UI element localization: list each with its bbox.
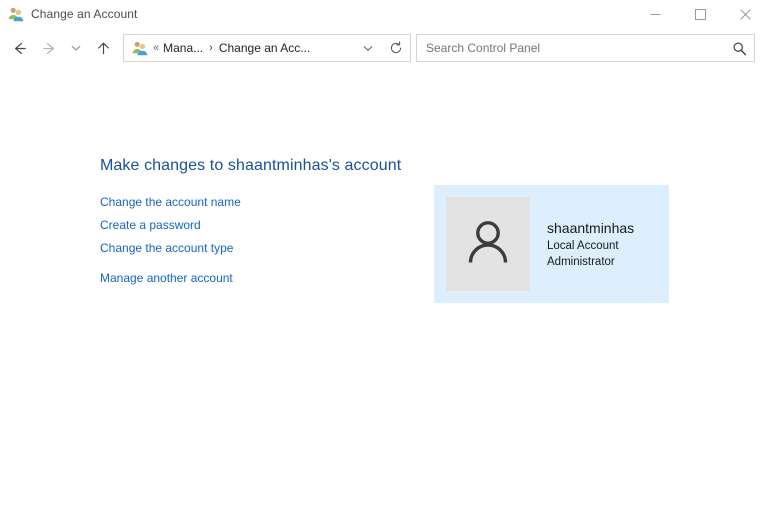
user-avatar-icon [460, 214, 516, 275]
breadcrumb-overflow[interactable]: « [153, 42, 159, 54]
account-name: shaantminhas [547, 219, 635, 236]
address-bar[interactable]: « Mana... › Change an Acc... [123, 34, 411, 62]
account-role: Administrator [547, 255, 615, 268]
account-type: Local Account [547, 239, 619, 252]
page-title: Make changes to shaantminhas's account [100, 157, 402, 174]
maximize-button[interactable] [678, 0, 723, 28]
breadcrumb-separator[interactable]: › [209, 42, 213, 54]
task-link-list: Change the account name Create a passwor… [100, 191, 241, 290]
window-title: Change an Account [31, 7, 138, 21]
back-button[interactable] [4, 32, 34, 64]
close-button[interactable] [723, 0, 768, 28]
link-change-account-type[interactable]: Change the account type [100, 237, 233, 260]
forward-button[interactable] [34, 32, 64, 64]
avatar [446, 197, 530, 291]
breadcrumb-user-accounts-icon [132, 40, 148, 56]
title-bar: Change an Account [0, 0, 768, 28]
up-level-button[interactable] [88, 32, 118, 64]
refresh-button[interactable] [382, 35, 410, 61]
breadcrumb-item-manage-accounts[interactable]: Mana... [163, 41, 203, 55]
window-controls [633, 0, 768, 28]
breadcrumb-item-change-an-account[interactable]: Change an Acc... [219, 41, 310, 55]
account-details: shaantminhas Local Account Administrator [547, 219, 634, 270]
navigation-bar: « Mana... › Change an Acc... [0, 28, 768, 68]
link-create-password[interactable]: Create a password [100, 214, 201, 237]
search-input[interactable] [417, 36, 724, 60]
link-change-account-name[interactable]: Change the account name [100, 191, 241, 214]
account-summary-card: shaantminhas Local Account Administrator [434, 185, 669, 303]
search-icon[interactable] [724, 35, 754, 61]
user-accounts-icon [8, 6, 24, 22]
content-area: Make changes to shaantminhas's account C… [0, 68, 768, 530]
search-box[interactable] [416, 34, 755, 62]
address-dropdown-button[interactable] [354, 35, 382, 61]
recent-locations-button[interactable] [64, 32, 88, 64]
link-manage-another-account[interactable]: Manage another account [100, 267, 233, 290]
minimize-button[interactable] [633, 0, 678, 28]
control-panel-window: Change an Account « Mana... › Change an … [0, 0, 768, 530]
title-bar-left: Change an Account [0, 6, 137, 22]
